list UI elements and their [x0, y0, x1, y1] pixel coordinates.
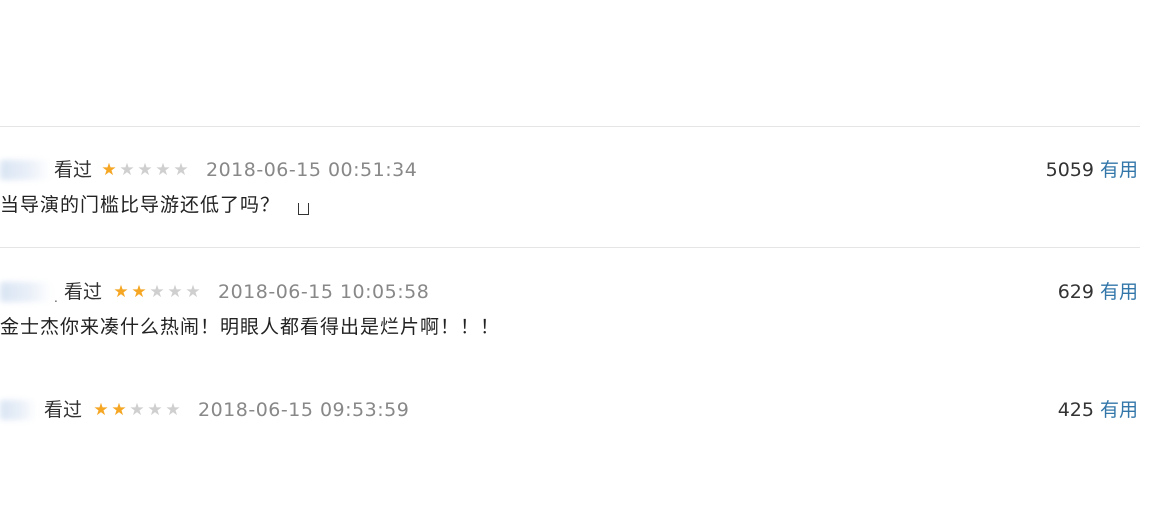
rating-stars: ★ ★ ★ ★ ★ — [92, 398, 182, 422]
star-empty-icon: ★ — [147, 400, 163, 420]
divider — [0, 247, 1140, 248]
comment-time[interactable]: 2018-06-15 10:05:58 — [218, 279, 429, 305]
star-empty-icon: ★ — [165, 400, 181, 420]
vote-area: 629 有用 — [1058, 279, 1138, 305]
star-filled-icon: ★ — [93, 400, 109, 420]
comment-meta: 看过 ★ ★ ★ ★ ★ 2018-06-15 00:51:34 5059 有用 — [0, 155, 1140, 185]
star-empty-icon: ★ — [149, 282, 165, 302]
vote-area: 5059 有用 — [1046, 157, 1138, 183]
comment-time[interactable]: 2018-06-15 09:53:59 — [198, 397, 409, 423]
star-empty-icon: ★ — [167, 282, 183, 302]
comment-item: 看过 ★ ★ ★ ★ ★ 2018-06-15 00:51:34 5059 有用 当导演的… — [0, 155, 1140, 265]
vote-area: 425 有用 — [1058, 397, 1138, 423]
useful-button[interactable]: 有用 — [1100, 159, 1138, 181]
watch-status: 看过 — [54, 159, 93, 181]
user-avatar-blurred[interactable] — [0, 160, 50, 180]
user-avatar-blurred[interactable] — [0, 282, 52, 302]
vote-count: 5059 — [1045, 159, 1094, 181]
star-empty-icon: ★ — [173, 160, 189, 180]
star-empty-icon: ★ — [129, 400, 145, 420]
vote-count: 425 — [1057, 399, 1094, 421]
star-filled-icon: ★ — [111, 400, 127, 420]
comment-item: 看过 ★ ★ ★ ★ ★ 2018-06-15 09:53:59 425 有用 — [0, 395, 1140, 505]
star-empty-icon: ★ — [119, 160, 135, 180]
comment-meta: 看过 ★ ★ ★ ★ ★ 2018-06-15 09:53:59 425 有用 — [0, 395, 1140, 425]
star-empty-icon: ★ — [185, 282, 201, 302]
divider — [0, 126, 1140, 127]
comment-meta: . 看过 ★ ★ ★ ★ ★ 2018-06-15 10:05:58 629 有用 — [0, 277, 1140, 307]
star-filled-icon: ★ — [113, 282, 129, 302]
dot-mark: . — [54, 291, 58, 305]
rating-stars: ★ ★ ★ ★ ★ — [112, 280, 202, 304]
cursor-icon — [298, 203, 310, 215]
watch-status: 看过 — [44, 399, 83, 421]
comment-text-content: 当导演的门槛比导游还低了吗？ — [0, 194, 281, 216]
user-avatar-blurred[interactable] — [0, 400, 36, 420]
star-filled-icon: ★ — [101, 160, 117, 180]
comment-list: 看过 ★ ★ ★ ★ ★ 2018-06-15 00:51:34 5059 有用 当导演的… — [0, 0, 1158, 421]
useful-button[interactable]: 有用 — [1100, 399, 1138, 421]
vote-count: 629 — [1057, 281, 1094, 303]
comment-item: . 看过 ★ ★ ★ ★ ★ 2018-06-15 10:05:58 629 有用 金士杰… — [0, 277, 1140, 387]
star-empty-icon: ★ — [155, 160, 171, 180]
comment-time[interactable]: 2018-06-15 00:51:34 — [206, 157, 417, 183]
rating-stars: ★ ★ ★ ★ ★ — [100, 158, 190, 182]
star-filled-icon: ★ — [131, 282, 147, 302]
comment-text: 当导演的门槛比导游还低了吗？ — [0, 191, 310, 219]
useful-button[interactable]: 有用 — [1100, 281, 1138, 303]
watch-status: 看过 — [64, 281, 103, 303]
comment-text: 金士杰你来凑什么热闹！明眼人都看得出是烂片啊！！！ — [0, 316, 501, 338]
star-empty-icon: ★ — [137, 160, 153, 180]
